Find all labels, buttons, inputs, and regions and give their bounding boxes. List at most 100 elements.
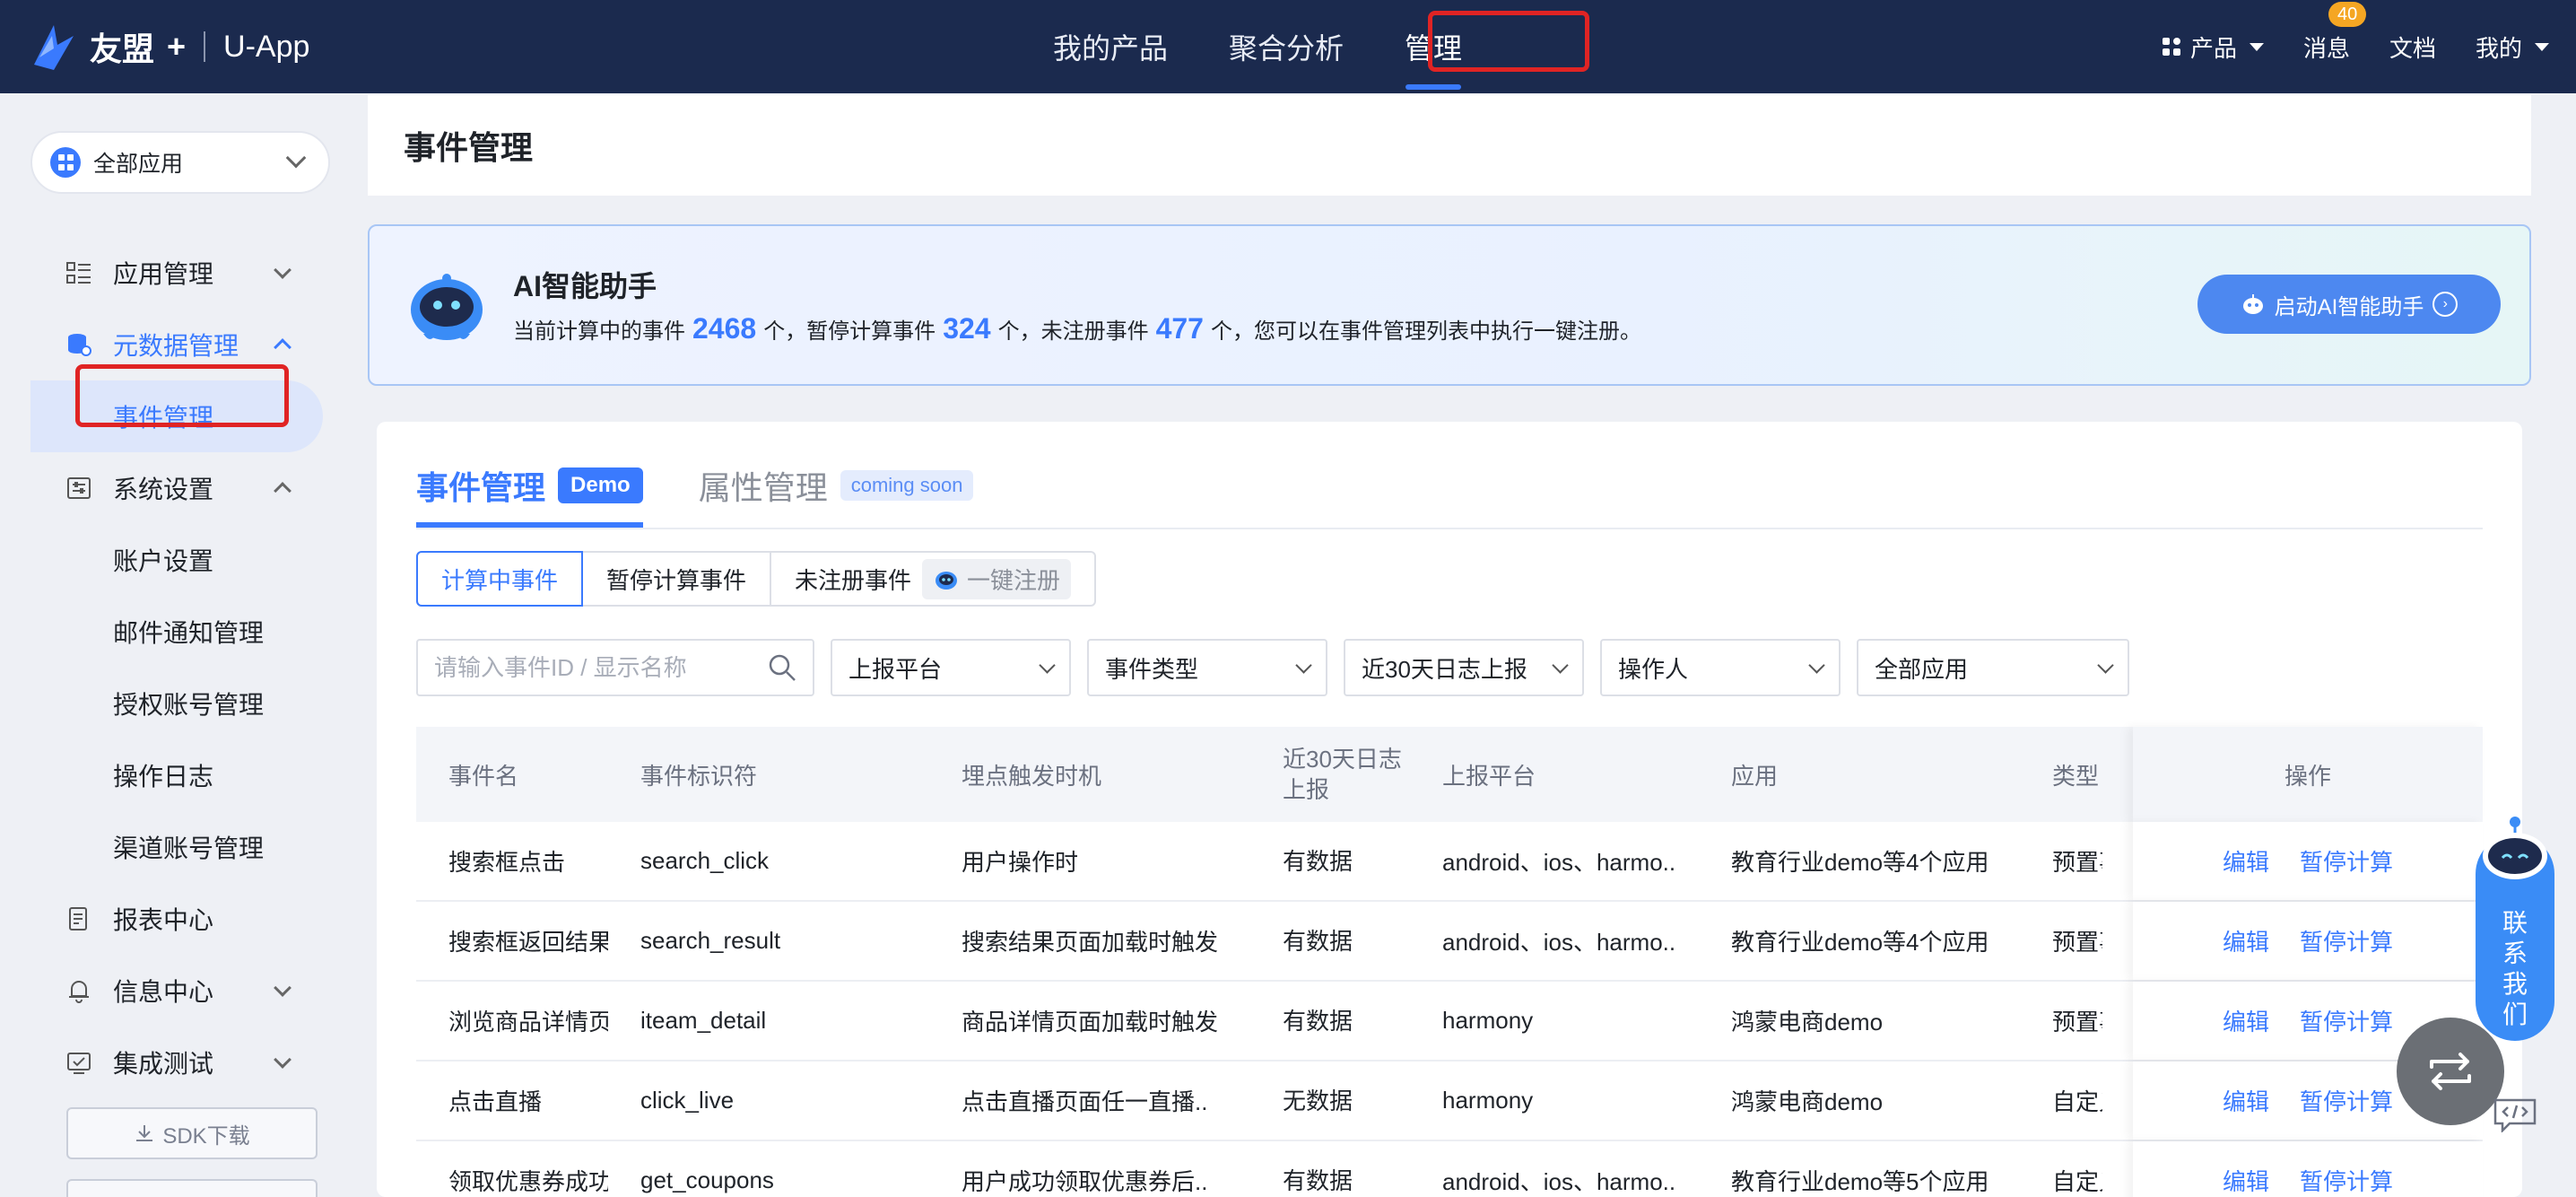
chevron-down-icon — [1808, 656, 1825, 674]
sidebar-item-event-management[interactable]: 事件管理 — [30, 380, 323, 452]
pause-calc-link[interactable]: 暂停计算 — [2300, 1164, 2393, 1197]
table-header: 事件名 事件标识符 埋点触发时机 近30天日志上报 上报平台 应用 类型 操作 — [416, 727, 2483, 822]
messages-label: 消息 — [2302, 34, 2350, 62]
operator-select[interactable]: 操作人 — [1600, 639, 1841, 696]
code-feedback-icon[interactable] — [2492, 1097, 2538, 1132]
chevron-down-icon — [285, 147, 307, 169]
logo-divider — [204, 31, 206, 62]
page-title: 事件管理 — [368, 95, 2531, 196]
filter-bar: 上报平台 事件类型 近30天日志上报 操作人 全部应用 — [416, 639, 2129, 696]
sidebar-item-email-notifications[interactable]: 邮件通知管理 — [0, 596, 350, 668]
brand-name: 友盟 — [90, 31, 155, 67]
cell-event-name: 搜索框点击 — [448, 849, 566, 876]
arrow-right-circle-icon: › — [2432, 292, 2459, 317]
edit-link[interactable]: 编辑 — [2223, 844, 2269, 878]
sidebar-item-label: 信息中心 — [113, 978, 214, 1006]
user-menu-label: 我的 — [2475, 34, 2522, 62]
sidebar-item-label: 系统设置 — [113, 476, 214, 503]
search-icon[interactable] — [768, 653, 796, 682]
nav-my-products[interactable]: 我的产品 — [1023, 0, 1198, 93]
edit-link[interactable]: 编辑 — [2223, 1084, 2269, 1117]
cell-event-id: search_click — [640, 847, 770, 874]
sidebar-item-integration-test[interactable]: 集成测试 — [0, 1027, 350, 1098]
cell-trigger-timing: 点击直播页面任一直播.. — [962, 1088, 1208, 1115]
assistant-robot-icon[interactable] — [2477, 813, 2553, 888]
table-body: 搜索框点击 search_click 用户操作时 有数据 android、ios、har… — [416, 822, 2483, 1197]
table-row: 点击直播 click_live 点击直播页面任一直播.. 无数据 harmony 鸿蒙电商… — [416, 1062, 2483, 1141]
pause-calc-link[interactable]: 暂停计算 — [2300, 1084, 2393, 1117]
sidebar-item-info-center[interactable]: 信息中心 — [0, 955, 350, 1027]
edit-link[interactable]: 编辑 — [2223, 1164, 2269, 1197]
pause-calc-link[interactable]: 暂停计算 — [2300, 924, 2393, 957]
col-trigger-timing[interactable]: 埋点触发时机 — [929, 758, 1250, 791]
brand-logo[interactable]: 友盟 + U-App — [27, 13, 309, 81]
robot-icon — [411, 274, 483, 340]
test-icon — [67, 1053, 91, 1074]
settings-panel-icon — [67, 477, 91, 499]
sidebar-item-metadata-management[interactable]: 元数据管理 — [0, 309, 350, 380]
launch-ai-assistant-button[interactable]: 启动AI智能助手 › — [2197, 275, 2501, 334]
sidebar-item-channel-accounts[interactable]: 渠道账号管理 — [0, 811, 350, 883]
sidebar-item-app-management[interactable]: 应用管理 — [0, 237, 350, 309]
cell-trigger-timing: 用户操作时 — [962, 849, 1079, 876]
ai-assistant-description: 当前计算中的事件 2468 个，暂停计算事件 324 个，未注册事件 477 个… — [513, 312, 1641, 345]
ai-desc-text: 个，未注册事件 — [997, 319, 1149, 344]
app-filter-select[interactable]: 全部应用 — [1857, 639, 2129, 696]
segment-paused-events[interactable]: 暂停计算事件 — [583, 553, 772, 605]
platform-select[interactable]: 上报平台 — [831, 639, 1071, 696]
cell-trigger-timing: 商品详情页面加载时触发 — [962, 1009, 1219, 1035]
cell-event-name: 搜索框返回结果 — [448, 929, 608, 956]
col-type[interactable]: 类型 — [2020, 758, 2102, 791]
sidebar-item-system-settings[interactable]: 系统设置 — [0, 452, 350, 524]
sdk-download-button[interactable]: SDK下载 — [66, 1107, 318, 1159]
col-app[interactable]: 应用 — [1699, 758, 2020, 791]
swap-button[interactable] — [2397, 1018, 2504, 1125]
pause-calc-link[interactable]: 暂停计算 — [2300, 844, 2393, 878]
segment-unregistered-events[interactable]: 未注册事件 一键注册 — [771, 553, 1094, 605]
product-menu-label: 产品 — [2189, 34, 2237, 62]
sidebar-item-report-center[interactable]: 报表中心 — [0, 883, 350, 955]
product-name: U-App — [223, 29, 310, 64]
tab-event-management[interactable]: 事件管理 Demo — [416, 443, 643, 528]
messages-link[interactable]: 消息 40 — [2302, 1, 2367, 64]
chevron-up-icon — [274, 482, 292, 500]
docs-link[interactable]: 文档 — [2389, 31, 2436, 64]
tab-attribute-management[interactable]: 属性管理 coming soon — [699, 443, 974, 528]
computing-events-count: 2468 — [692, 312, 757, 345]
col-actions: 操作 — [2133, 727, 2483, 822]
segment-computing-events[interactable]: 计算中事件 — [416, 551, 584, 607]
sidebar-item-account-settings[interactable]: 账户设置 — [0, 524, 350, 596]
product-menu[interactable]: 产品 — [2162, 31, 2264, 64]
ai-desc-text: 当前计算中的事件 — [513, 319, 685, 344]
col-log-report[interactable]: 近30天日志上报 — [1250, 744, 1410, 805]
cell-type: 自定义事件 — [2052, 1088, 2102, 1115]
edit-link[interactable]: 编辑 — [2223, 1004, 2269, 1037]
nav-management[interactable]: 管理 — [1374, 0, 1493, 93]
col-platform[interactable]: 上报平台 — [1410, 758, 1699, 791]
brand-plus: + — [167, 28, 187, 65]
edit-link[interactable]: 编辑 — [2223, 924, 2269, 957]
sidebar-item-label: 应用管理 — [113, 260, 214, 288]
one-click-register-button[interactable]: 一键注册 — [922, 558, 1072, 599]
sidebar-bottom-button[interactable] — [66, 1179, 318, 1197]
app-selector[interactable]: 全部应用 — [30, 131, 330, 194]
event-type-select[interactable]: 事件类型 — [1087, 639, 1327, 696]
sidebar-item-operation-log[interactable]: 操作日志 — [0, 739, 350, 811]
report-icon — [69, 907, 87, 931]
sidebar-item-authorized-accounts[interactable]: 授权账号管理 — [0, 668, 350, 739]
unregistered-events-count: 477 — [1155, 312, 1204, 345]
sidebar-item-label: 事件管理 — [113, 404, 214, 432]
robot-small-icon — [2242, 294, 2263, 314]
col-event-name[interactable]: 事件名 — [416, 758, 608, 791]
event-search-input[interactable] — [434, 653, 748, 682]
pause-calc-link[interactable]: 暂停计算 — [2300, 1004, 2393, 1037]
app-selector-value: 全部应用 — [93, 152, 184, 177]
sidebar-item-label: 操作日志 — [113, 763, 214, 791]
user-menu[interactable]: 我的 — [2476, 31, 2549, 64]
tab-label: 事件管理 — [416, 469, 546, 506]
sidebar-item-label: 元数据管理 — [113, 332, 239, 360]
nav-aggregate-analysis[interactable]: 聚合分析 — [1198, 0, 1374, 93]
log-report-select[interactable]: 近30天日志上报 — [1344, 639, 1584, 696]
sidebar-item-label: 集成测试 — [113, 1050, 214, 1078]
col-event-id[interactable]: 事件标识符 — [608, 758, 929, 791]
